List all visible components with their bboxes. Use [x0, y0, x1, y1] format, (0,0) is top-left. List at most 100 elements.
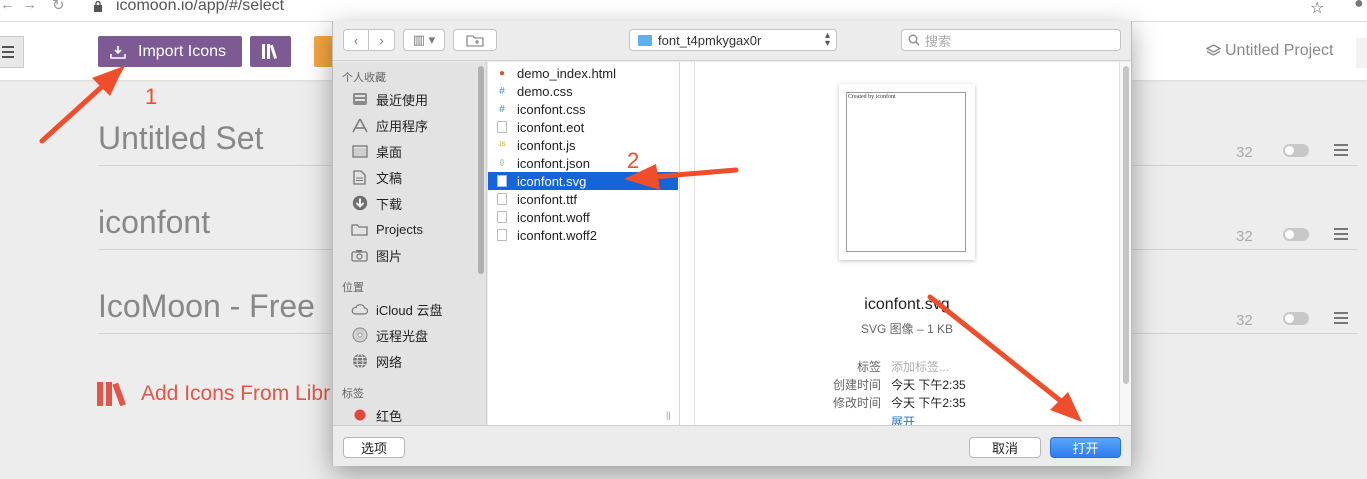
tags-section-title: 标签 [342, 388, 364, 400]
file-row[interactable]: JS iconfont.js [488, 136, 678, 154]
clock-icon [351, 92, 368, 107]
file-name: demo.css [517, 83, 573, 99]
add-icons-from-library-link[interactable]: Add Icons From Libr [97, 382, 330, 406]
column-resize-handle[interactable]: || [666, 410, 671, 420]
sidebar-item-projects[interactable]: Projects [351, 220, 423, 238]
bookmark-star-icon[interactable]: ☆ [1310, 0, 1324, 18]
preview-file-name: iconfont.svg [864, 296, 950, 313]
file-row-selected[interactable]: iconfont.svg [488, 172, 678, 190]
sidebar-item-pictures[interactable]: 图片 [351, 246, 402, 264]
path-dropdown[interactable]: font_t4pmkygax0r ▴ ▾ [629, 29, 837, 51]
file-name: iconfont.svg [517, 173, 587, 189]
desktop-icon [351, 144, 368, 159]
back-arrow-icon[interactable]: ← [0, 0, 15, 13]
set-menu-icon[interactable] [1334, 144, 1348, 159]
sidebar-item-recents[interactable]: 最近使用 [351, 90, 428, 108]
sidebar-scrollbar[interactable] [478, 66, 484, 274]
cancel-button[interactable]: 取消 [969, 437, 1041, 458]
set-menu-icon[interactable] [1334, 312, 1348, 327]
font-file-icon [497, 193, 507, 205]
sidebar-item-label: 最近使用 [376, 92, 429, 108]
search-icon [908, 34, 920, 46]
orange-toolbar-button[interactable] [314, 36, 334, 67]
open-button-label: 打开 [1072, 441, 1099, 456]
sidebar-item-remote-disc[interactable]: 远程光盘 [351, 326, 428, 344]
preview-scrollbar[interactable] [1119, 62, 1131, 425]
forward-chevron-icon[interactable]: › [369, 30, 394, 50]
network-icon [351, 353, 368, 369]
file-row[interactable]: iconfont.ttf [488, 190, 678, 208]
new-folder-button[interactable] [453, 29, 497, 51]
address-url[interactable]: icomoon.io/app/#/select [116, 0, 284, 15]
set-menu-icon[interactable] [1334, 228, 1348, 243]
sidebar-item-label: 下载 [376, 196, 403, 212]
camera-icon [351, 248, 368, 263]
file-name: iconfont.json [517, 155, 590, 171]
sidebar-item-downloads[interactable]: 下载 [351, 194, 402, 212]
set-toggle[interactable] [1283, 228, 1309, 241]
folder-icon [638, 34, 652, 46]
file-icon [497, 229, 507, 241]
sidebar-item-tag-red[interactable]: 红色 [351, 406, 402, 424]
open-button[interactable]: 打开 [1050, 437, 1121, 458]
locations-section-title: 位置 [342, 282, 364, 294]
sidebar-item-label: 文稿 [376, 170, 403, 186]
back-chevron-icon[interactable]: ‹ [344, 30, 369, 50]
file-row[interactable]: iconfont.eot [488, 118, 678, 136]
add-library-label: Add Icons From Libr [141, 382, 331, 405]
reload-icon[interactable]: ↻ [52, 0, 65, 14]
thumbnail-text: Created by iconfont [848, 94, 896, 100]
sidebar-item-network[interactable]: 网络 [351, 352, 402, 370]
meta-label-tags: 标签 [856, 360, 881, 374]
file-row[interactable]: # iconfont.css [488, 100, 678, 118]
project-selector[interactable]: Untitled Project [1206, 42, 1334, 60]
red-tag-dot-icon [351, 408, 368, 423]
import-icons-label: Import Icons [138, 42, 227, 60]
preview-scroll-thumb[interactable] [1123, 66, 1129, 384]
import-icons-button[interactable]: Import Icons [98, 36, 242, 67]
header-edge-button[interactable] [1356, 38, 1367, 68]
sidebar-item-icloud[interactable]: iCloud 云盘 [351, 300, 442, 318]
project-title: Untitled Project [1225, 42, 1334, 59]
profile-icon[interactable]: ● [1354, 0, 1364, 13]
preview-file-kind: SVG 图像 – 1 KB [860, 322, 954, 336]
dialog-toolbar: ‹ › ▥ ▾ font_t4pmkygax0r ▴ ▾ 搜索 [333, 21, 1131, 61]
options-button[interactable]: 选项 [343, 437, 405, 458]
view-mode-button[interactable]: ▥ ▾ [403, 29, 445, 51]
file-row[interactable]: iconfont.woff2 [488, 226, 678, 244]
cloud-icon [351, 302, 368, 317]
favorites-section-title: 个人收藏 [342, 72, 386, 84]
forward-arrow-icon[interactable]: → [22, 0, 37, 13]
search-input[interactable]: 搜索 [901, 29, 1121, 51]
sidebar-item-documents[interactable]: 文稿 [351, 168, 402, 186]
nav-buttons: ‹ › [343, 29, 395, 51]
set-name: Untitled Set [98, 120, 264, 156]
set-name: iconfont [98, 204, 211, 240]
set-toggle[interactable] [1283, 312, 1309, 325]
file-name: iconfont.css [517, 101, 586, 117]
file-row[interactable]: iconfont.woff [488, 208, 678, 226]
sidebar-item-applications[interactable]: 应用程序 [351, 116, 428, 134]
file-row[interactable]: ● demo_index.html [488, 64, 678, 82]
file-name: iconfont.js [517, 137, 576, 153]
columns-view-icon: ▥ ▾ [412, 32, 436, 47]
set-toggle[interactable] [1283, 144, 1309, 157]
file-name: iconfont.woff2 [517, 227, 597, 243]
file-row[interactable]: # demo.css [488, 82, 678, 100]
css-file-icon: # [497, 85, 507, 97]
file-row[interactable]: {} iconfont.json [488, 154, 678, 172]
menu-button[interactable] [0, 36, 24, 68]
sidebar-item-label: 应用程序 [376, 118, 429, 134]
sidebar-item-label: 网络 [376, 354, 403, 370]
import-icon [110, 45, 126, 59]
set-count: 32 [1236, 228, 1253, 245]
add-tags-field[interactable]: 添加标签... [891, 358, 949, 375]
sidebar-item-desktop[interactable]: 桌面 [351, 142, 402, 160]
document-icon [351, 169, 368, 185]
file-name: demo_index.html [517, 65, 616, 81]
disc-icon [351, 327, 368, 343]
file-open-dialog: ‹ › ▥ ▾ font_t4pmkygax0r ▴ ▾ 搜索 个人收藏 最近使用 [332, 21, 1132, 466]
dialog-sidebar: 个人收藏 最近使用 应用程序 桌面 文稿 下载 Projects 图片 位置 i… [333, 62, 487, 425]
library-button[interactable] [250, 36, 291, 67]
sidebar-item-label: iCloud 云盘 [376, 302, 443, 318]
